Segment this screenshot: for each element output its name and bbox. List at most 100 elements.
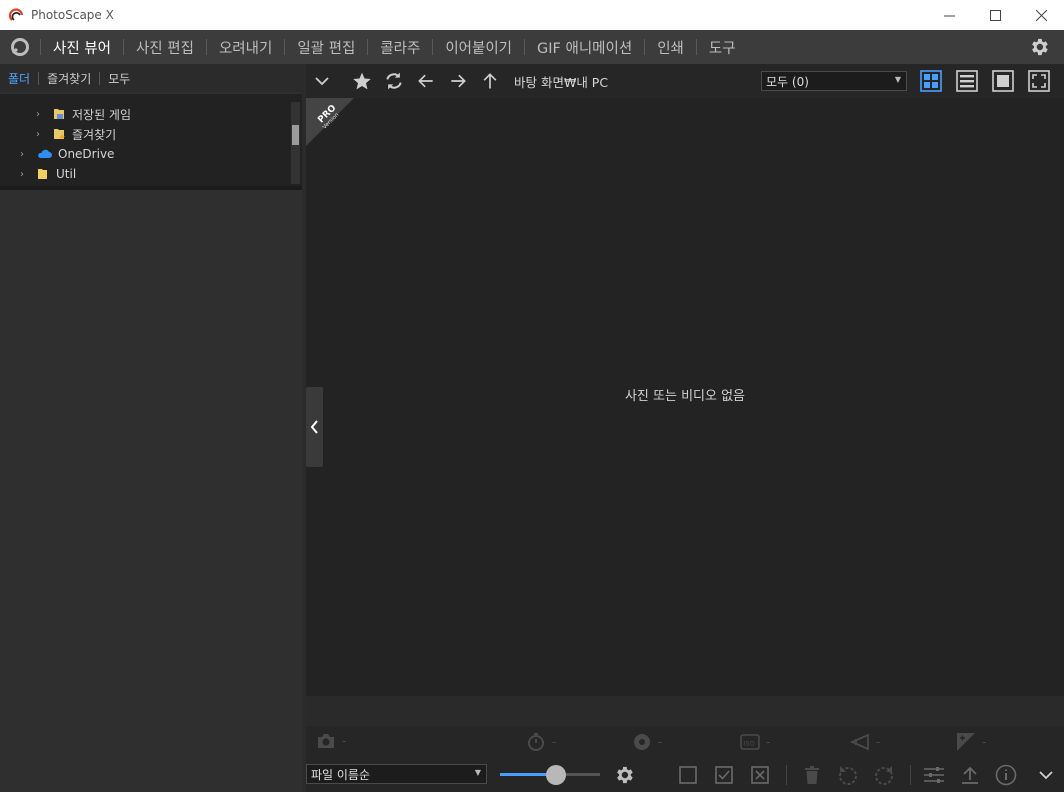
exif-info-bar: - - - ISO - - - <box>306 726 1064 758</box>
chevron-right-icon[interactable]: › <box>20 149 30 160</box>
tree-item-favorites[interactable]: › 즐겨찾기 <box>36 124 116 144</box>
exif-focal-length: - <box>848 732 880 752</box>
tree-item-onedrive[interactable]: › OneDrive <box>20 144 114 164</box>
arrow-left-icon <box>418 74 433 88</box>
onedrive-cloud-icon <box>38 149 52 158</box>
stopwatch-icon <box>528 733 544 751</box>
minimize-button[interactable] <box>926 0 972 30</box>
star-icon <box>353 72 371 90</box>
home-button[interactable] <box>0 30 40 64</box>
camera-icon <box>318 734 334 748</box>
fullscreen-button[interactable] <box>1027 69 1051 93</box>
rotate-left-button[interactable] <box>836 763 860 787</box>
single-view-button[interactable] <box>991 69 1015 93</box>
menu-gif-animation[interactable]: GIF 애니메이션 <box>525 37 644 58</box>
tab-folder[interactable]: 폴더 <box>8 70 38 87</box>
focal-length-icon <box>849 733 869 751</box>
menu-collage[interactable]: 콜라주 <box>368 37 432 58</box>
exif-camera: - <box>316 732 346 750</box>
viewer-toolbar: 바탕 화면₩내 PC 모두 (0) ▼ <box>306 64 1064 98</box>
list-view-button[interactable] <box>955 69 979 93</box>
close-button[interactable] <box>1018 0 1064 30</box>
arrow-right-icon <box>451 74 466 88</box>
fullscreen-icon <box>1028 70 1050 92</box>
menu-print[interactable]: 인쇄 <box>645 37 696 58</box>
tree-item-saved-games[interactable]: › 저장된 게임 <box>36 104 131 124</box>
exif-iso: ISO - <box>740 732 770 752</box>
expand-bottom-button[interactable] <box>1034 763 1058 787</box>
tab-all[interactable]: 모두 <box>108 70 138 87</box>
info-strip <box>306 696 1064 726</box>
rotate-right-button[interactable] <box>872 763 896 787</box>
menu-cut-out[interactable]: 오려내기 <box>207 37 284 58</box>
tree-scrollbar-thumb[interactable] <box>292 125 299 145</box>
tree-item-label: 저장된 게임 <box>72 107 132 122</box>
thumbnail-view-button[interactable] <box>919 69 943 93</box>
maximize-icon <box>989 9 1001 21</box>
chevron-right-icon[interactable]: › <box>20 169 30 180</box>
aperture-icon <box>634 734 650 750</box>
favorite-button[interactable] <box>346 64 378 98</box>
folder-icon <box>38 169 47 179</box>
thumbnail-viewer-area[interactable]: PRO Version 사진 또는 비디오 없음 <box>306 98 1064 696</box>
title-bar: PhotoScape X <box>0 0 1064 30</box>
slider-knob[interactable] <box>546 765 566 785</box>
empty-viewer-message: 사진 또는 비디오 없음 <box>624 389 746 404</box>
forward-button[interactable] <box>442 64 474 98</box>
select-all-button[interactable] <box>712 763 736 787</box>
panel-splitter[interactable] <box>0 186 302 190</box>
toggle-panel-button[interactable] <box>306 64 338 98</box>
refresh-button[interactable] <box>378 64 410 98</box>
photoscape-logo-icon <box>9 8 24 21</box>
list-view-icon <box>956 70 978 92</box>
chevron-right-icon[interactable]: › <box>36 109 46 120</box>
menu-photo-editor[interactable]: 사진 편집 <box>124 37 206 58</box>
file-type-filter-select[interactable]: 모두 (0) ▼ <box>761 71 907 91</box>
grid-view-icon <box>920 70 942 92</box>
adjust-button[interactable] <box>922 763 946 787</box>
exif-shutter: - <box>526 732 556 752</box>
favorites-folder-icon <box>54 129 65 140</box>
checked-checkbox-icon <box>715 766 733 784</box>
chevron-down-icon <box>1039 771 1053 780</box>
dropdown-arrow-icon: ▼ <box>894 75 901 84</box>
tab-separator <box>38 71 40 85</box>
left-browser-panel: 폴더 즐겨찾기 모두 › 저장된 게임 › 즐겨찾기 › OneDrive › … <box>0 64 302 792</box>
collapse-panel-handle[interactable] <box>306 387 323 467</box>
chevron-right-icon[interactable]: › <box>36 129 46 140</box>
tab-favorites[interactable]: 즐겨찾기 <box>47 70 99 87</box>
maximize-button[interactable] <box>972 0 1018 30</box>
back-button[interactable] <box>410 64 442 98</box>
settings-gear-icon[interactable] <box>1028 36 1050 58</box>
left-tabs: 폴더 즐겨찾기 모두 <box>0 64 302 92</box>
info-button[interactable] <box>994 763 1018 787</box>
gear-icon <box>617 766 633 784</box>
sort-order-select[interactable]: 파일 이름순 ▼ <box>306 764 487 784</box>
delete-button[interactable] <box>800 763 824 787</box>
menu-tools[interactable]: 도구 <box>697 37 748 58</box>
empty-checkbox-icon <box>679 766 697 784</box>
current-path: 바탕 화면₩내 PC <box>514 74 609 90</box>
pro-version-badge: PRO Version <box>306 98 354 146</box>
deselect-button[interactable] <box>748 763 772 787</box>
tree-item-util[interactable]: › Util <box>20 164 76 184</box>
folder-tree: › 저장된 게임 › 즐겨찾기 › OneDrive › Util <box>0 94 302 186</box>
menu-photo-viewer[interactable]: 사진 뷰어 <box>41 37 123 58</box>
menu-batch-editor[interactable]: 일괄 편집 <box>285 37 367 58</box>
chevron-down-icon <box>315 77 329 86</box>
single-view-icon <box>992 70 1014 92</box>
share-upload-button[interactable] <box>958 763 982 787</box>
select-none-button[interactable] <box>676 763 700 787</box>
x-checkbox-icon <box>751 766 769 784</box>
up-folder-button[interactable] <box>474 64 506 98</box>
thumbnail-size-slider[interactable] <box>500 765 600 785</box>
saved-games-icon <box>54 109 64 119</box>
menu-combine[interactable]: 이어붙이기 <box>433 37 524 58</box>
tab-separator <box>99 71 101 85</box>
iso-icon: ISO <box>740 734 760 750</box>
toolbar-separator <box>786 765 787 785</box>
tree-item-label: Util <box>56 167 77 181</box>
tree-item-label: 즐겨찾기 <box>72 127 117 142</box>
viewer-settings-button[interactable] <box>612 763 636 787</box>
tree-scrollbar[interactable] <box>291 102 300 184</box>
